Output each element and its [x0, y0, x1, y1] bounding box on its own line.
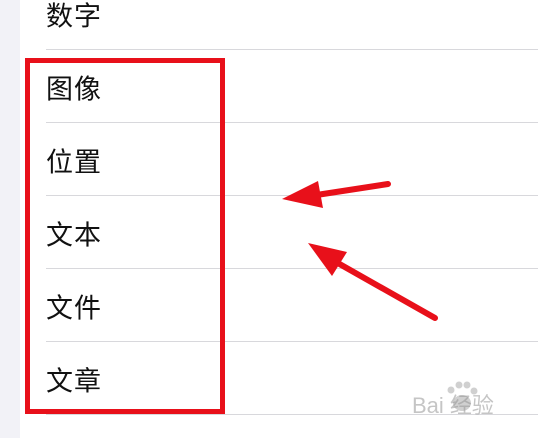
- arrow-upper-shaft: [307, 181, 391, 199]
- arrow-lower: [308, 243, 438, 321]
- annotation-arrows: [282, 181, 478, 411]
- arrow-lower-shaft: [333, 259, 438, 321]
- arrow-lower-head: [308, 243, 347, 276]
- arrow-upper-head: [282, 181, 323, 208]
- arrow-upper: [282, 181, 391, 208]
- watermark-text: Bai 经验: [412, 393, 494, 418]
